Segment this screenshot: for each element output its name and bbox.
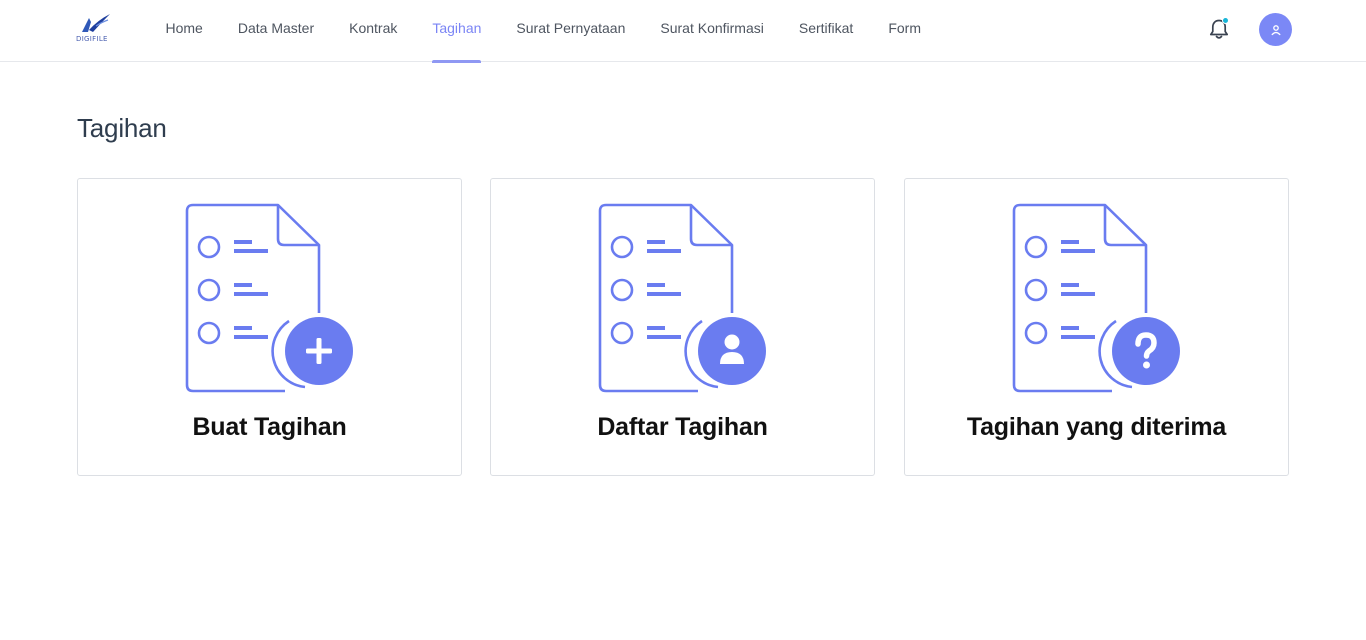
card-label: Buat Tagihan — [192, 413, 347, 441]
notification-dot — [1222, 17, 1229, 24]
notification-button[interactable] — [1207, 16, 1231, 42]
nav-item-sertifikat[interactable]: Sertifikat — [781, 0, 870, 62]
nav-item-surat-pernyataan[interactable]: Surat Pernyataan — [499, 0, 643, 62]
nav-item-kontrak[interactable]: Kontrak — [332, 0, 415, 62]
card-daftar-tagihan[interactable]: Daftar Tagihan — [490, 178, 875, 476]
bell-icon — [1209, 17, 1229, 39]
user-icon — [1271, 24, 1280, 35]
document-plus-icon — [185, 203, 353, 393]
top-navbar: DIGIFILE Home Data Master Kontrak Tagiha… — [0, 0, 1366, 63]
nav-item-form[interactable]: Form — [871, 0, 939, 62]
user-avatar-button[interactable] — [1259, 13, 1292, 46]
card-buat-tagihan[interactable]: Buat Tagihan — [77, 178, 462, 476]
nav-item-data-master[interactable]: Data Master — [220, 0, 331, 62]
card-tagihan-yang-diterima[interactable]: Tagihan yang diterima — [904, 178, 1289, 476]
card-label: Tagihan yang diterima — [966, 413, 1227, 441]
document-question-icon — [1012, 203, 1180, 393]
main-nav: Home Data Master Kontrak Tagihan Surat P… — [148, 0, 939, 63]
card-label: Daftar Tagihan — [597, 413, 768, 441]
digifile-logo[interactable]: DIGIFILE — [76, 12, 116, 48]
nav-item-home[interactable]: Home — [148, 0, 220, 62]
document-user-icon — [598, 203, 766, 393]
nav-item-surat-konfirmasi[interactable]: Surat Konfirmasi — [643, 0, 781, 62]
nav-item-tagihan[interactable]: Tagihan — [415, 0, 499, 63]
logo-mark-icon — [82, 14, 110, 32]
page-title: Tagihan — [77, 113, 167, 143]
logo-text: DIGIFILE — [76, 35, 108, 43]
